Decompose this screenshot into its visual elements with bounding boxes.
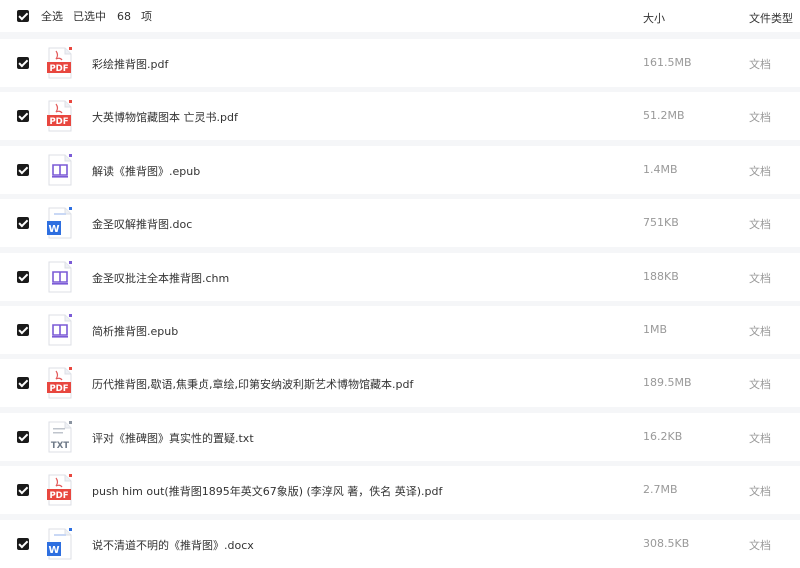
- file-size: 189.5MB: [643, 376, 692, 389]
- file-type: 文档: [749, 539, 771, 552]
- file-name[interactable]: 说不清道不明的《推背图》.docx: [92, 537, 254, 553]
- svg-text:PDF: PDF: [49, 117, 68, 127]
- file-size: 1MB: [643, 323, 668, 336]
- row-checkbox[interactable]: [17, 57, 29, 69]
- file-row[interactable]: PDF 历代推背图,歇语,焦秉贞,章绘,印第安纳波利斯艺术博物馆藏本.pdf 1…: [0, 359, 800, 407]
- file-type: 文档: [749, 378, 771, 391]
- ebook-icon: [46, 314, 74, 346]
- svg-text:PDF: PDF: [49, 491, 68, 501]
- file-type: 文档: [749, 218, 771, 231]
- file-type: 文档: [749, 58, 771, 71]
- file-row[interactable]: PDF 大英博物馆藏图本 亡灵书.pdf 51.2MB 文档: [0, 92, 800, 140]
- file-size: 161.5MB: [643, 56, 692, 69]
- select-all-label[interactable]: 全选: [41, 8, 63, 24]
- pdf-icon: PDF: [46, 474, 74, 506]
- txt-icon: TXT: [46, 421, 74, 453]
- file-name[interactable]: 金圣叹批注全本推背图.chm: [92, 270, 229, 286]
- file-name[interactable]: 历代推背图,歇语,焦秉贞,章绘,印第安纳波利斯艺术博物馆藏本.pdf: [92, 376, 413, 392]
- row-checkbox[interactable]: [17, 271, 29, 283]
- svg-text:TXT: TXT: [51, 441, 69, 451]
- svg-text:PDF: PDF: [49, 64, 68, 74]
- file-size: 16.2KB: [643, 430, 683, 443]
- row-checkbox[interactable]: [17, 110, 29, 122]
- file-row[interactable]: 简析推背图.epub 1MB 文档: [0, 306, 800, 354]
- file-row[interactable]: PDF 彩绘推背图.pdf 161.5MB 文档: [0, 39, 800, 87]
- svg-text:PDF: PDF: [49, 384, 68, 394]
- file-row[interactable]: W 金圣叹解推背图.doc 751KB 文档: [0, 199, 800, 247]
- select-all-checkbox[interactable]: [17, 10, 29, 22]
- selected-unit: 项: [141, 10, 152, 23]
- word-icon: W: [46, 528, 74, 560]
- column-header-size[interactable]: 大小: [643, 10, 665, 26]
- file-type: 文档: [749, 272, 771, 285]
- row-checkbox[interactable]: [17, 164, 29, 176]
- pdf-icon: PDF: [46, 47, 74, 79]
- svg-text:W: W: [48, 545, 59, 556]
- file-size: 751KB: [643, 216, 679, 229]
- column-header-type[interactable]: 文件类型: [749, 10, 793, 26]
- file-row[interactable]: TXT 评对《推碑图》真实性的置疑.txt 16.2KB 文档: [0, 413, 800, 461]
- file-name[interactable]: 彩绘推背图.pdf: [92, 56, 168, 72]
- file-row[interactable]: PDF push him out(推背图1895年英文67象版) (李淳风 著，…: [0, 466, 800, 514]
- file-type: 文档: [749, 432, 771, 445]
- file-size: 308.5KB: [643, 537, 690, 550]
- ebook-icon: [46, 261, 74, 293]
- file-row[interactable]: 金圣叹批注全本推背图.chm 188KB 文档: [0, 253, 800, 301]
- row-checkbox[interactable]: [17, 538, 29, 550]
- row-checkbox[interactable]: [17, 324, 29, 336]
- row-checkbox[interactable]: [17, 484, 29, 496]
- row-checkbox[interactable]: [17, 217, 29, 229]
- file-size: 2.7MB: [643, 483, 678, 496]
- selected-count: 68: [117, 9, 131, 23]
- selected-label: 已选中: [73, 10, 106, 23]
- file-name[interactable]: 评对《推碑图》真实性的置疑.txt: [92, 430, 254, 446]
- file-name[interactable]: 金圣叹解推背图.doc: [92, 216, 192, 232]
- ebook-icon: [46, 154, 74, 186]
- file-size: 51.2MB: [643, 109, 685, 122]
- file-type: 文档: [749, 111, 771, 124]
- file-name[interactable]: push him out(推背图1895年英文67象版) (李淳风 著，佚名 英…: [92, 483, 442, 499]
- file-name[interactable]: 大英博物馆藏图本 亡灵书.pdf: [92, 109, 238, 125]
- file-type: 文档: [749, 325, 771, 338]
- file-name[interactable]: 解读《推背图》.epub: [92, 163, 200, 179]
- pdf-icon: PDF: [46, 367, 74, 399]
- file-type: 文档: [749, 165, 771, 178]
- svg-text:W: W: [48, 224, 59, 235]
- word-icon: W: [46, 207, 74, 239]
- row-checkbox[interactable]: [17, 431, 29, 443]
- file-type: 文档: [749, 485, 771, 498]
- file-row[interactable]: 解读《推背图》.epub 1.4MB 文档: [0, 146, 800, 194]
- pdf-icon: PDF: [46, 100, 74, 132]
- list-header: 全选 已选中 68 项 大小 文件类型: [0, 0, 800, 32]
- file-size: 188KB: [643, 270, 679, 283]
- row-checkbox[interactable]: [17, 377, 29, 389]
- file-name[interactable]: 简析推背图.epub: [92, 323, 178, 339]
- file-size: 1.4MB: [643, 163, 678, 176]
